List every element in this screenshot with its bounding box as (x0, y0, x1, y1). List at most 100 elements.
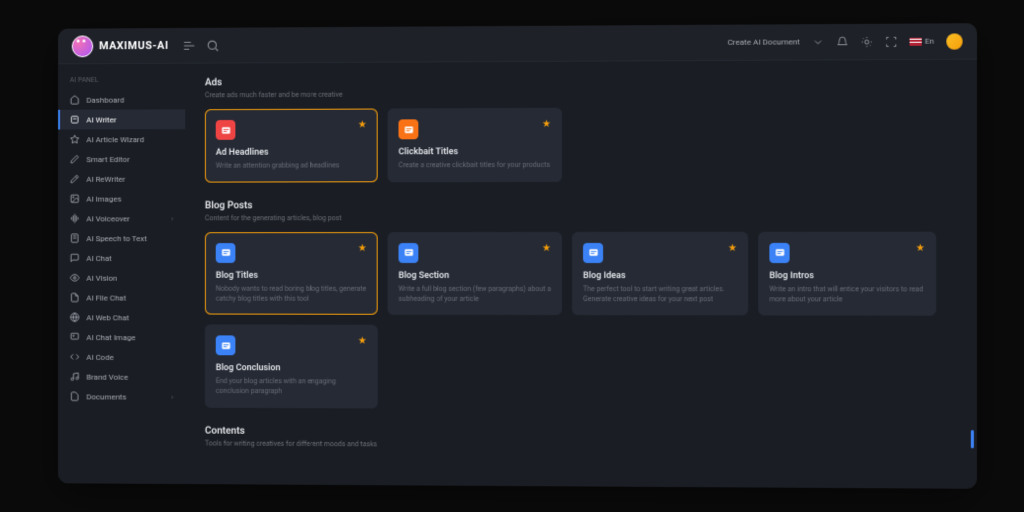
section-ads: Ads Create ads much faster and be more c… (205, 74, 957, 182)
sidebar-item-brand-voice[interactable]: Brand Voice (58, 367, 185, 387)
star-icon[interactable]: ★ (542, 243, 551, 254)
sidebar-item-ai-chat[interactable]: AI Chat (58, 248, 185, 268)
sidebar-item-ai-voiceover[interactable]: AI Voiceover › (58, 208, 185, 228)
sidebar-item-ai-vision[interactable]: AI Vision (58, 268, 185, 288)
sidebar-item-ai-web-chat[interactable]: AI Web Chat (58, 307, 185, 327)
card-icon (216, 336, 236, 356)
star-icon[interactable]: ★ (728, 243, 737, 254)
writer-icon (70, 115, 80, 125)
chat-icon (70, 253, 80, 263)
brand-name: MAXIMUS-AI (99, 39, 168, 52)
rewrite-icon (70, 174, 80, 184)
scrollbar-thumb[interactable] (971, 430, 974, 448)
flag-icon (910, 37, 922, 45)
card-blog-conclusion[interactable]: ★ Blog Conclusion End your blog articles… (205, 325, 378, 409)
voice-icon (70, 213, 80, 223)
home-icon (70, 95, 80, 105)
sidebar-item-label: AI Speech to Text (86, 234, 146, 243)
card-grid: ★ Ad Headlines Write an attention grabbi… (205, 106, 957, 182)
header-left: MAXIMUS-AI (72, 34, 220, 57)
sidebar-item-label: AI Vision (86, 273, 117, 282)
fullscreen-icon[interactable] (885, 35, 897, 47)
sidebar-item-ai-writer[interactable]: AI Writer (58, 109, 185, 129)
card-desc: Write a full blog section (few paragraph… (398, 285, 550, 305)
chevron-right-icon: › (171, 214, 173, 223)
sidebar-section-label: AI PANEL (58, 72, 185, 88)
card-blog-intros[interactable]: ★ Blog Intros Write an intro that will e… (758, 232, 936, 317)
star-icon[interactable]: ★ (358, 336, 367, 347)
card-icon (398, 243, 418, 263)
sidebar-item-ai-code[interactable]: AI Code (58, 347, 185, 367)
sidebar-item-ai-images[interactable]: AI Images (58, 189, 185, 209)
sun-icon[interactable] (861, 35, 873, 47)
card-clickbait-titles[interactable]: ★ Clickbait Titles Create a creative cli… (388, 108, 562, 182)
card-desc: End your blog articles with an engaging … (216, 377, 367, 397)
section-title: Contents (205, 426, 957, 440)
app-window: MAXIMUS-AI Create AI Document En AI PANE… (58, 23, 977, 489)
sidebar-item-ai-rewriter[interactable]: AI ReWriter (58, 169, 185, 189)
sidebar-item-ai-article-wizard[interactable]: AI Article Wizard (58, 129, 185, 149)
star-icon[interactable]: ★ (358, 120, 367, 131)
sidebar-item-label: AI Voiceover (86, 214, 130, 223)
chevron-right-icon: › (171, 392, 173, 401)
sidebar-item-ai-chat-image[interactable]: AI Chat Image (58, 327, 185, 347)
header: MAXIMUS-AI Create AI Document En (58, 23, 977, 64)
card-title: Blog Intros (769, 271, 924, 281)
card-blog-section[interactable]: ★ Blog Section Write a full blog section… (388, 232, 562, 316)
star-icon[interactable]: ★ (542, 119, 551, 130)
brand-icon (70, 372, 80, 382)
star-icon[interactable]: ★ (358, 243, 367, 254)
avatar[interactable] (946, 33, 962, 49)
card-desc: Write an intro that will entice your vis… (769, 285, 924, 305)
card-blog-titles[interactable]: ★ Blog Titles Nobody wants to read borin… (205, 232, 378, 315)
search-icon[interactable] (206, 38, 220, 52)
card-ad-headlines[interactable]: ★ Ad Headlines Write an attention grabbi… (205, 109, 378, 183)
header-right: Create AI Document En (728, 33, 963, 50)
card-grid (205, 457, 957, 461)
bell-icon[interactable] (836, 36, 848, 48)
section-desc: Content for the generating articles, blo… (205, 213, 957, 222)
chevron-down-icon[interactable] (812, 36, 824, 48)
sidebar-item-dashboard[interactable]: Dashboard (58, 89, 185, 109)
create-document-button[interactable]: Create AI Document (728, 37, 800, 46)
sidebar-item-label: AI File Chat (86, 293, 126, 302)
sidebar-item-label: Dashboard (86, 95, 124, 104)
card-title: Blog Conclusion (216, 364, 367, 374)
sidebar-item-label: AI Images (86, 194, 121, 203)
card-title: Blog Ideas (583, 271, 737, 281)
card-blog-ideas[interactable]: ★ Blog Ideas The perfect tool to start w… (572, 232, 748, 316)
menu-toggle-icon[interactable] (182, 38, 196, 52)
sidebar-item-label: AI Writer (86, 115, 116, 124)
chatimg-icon (70, 332, 80, 342)
section-contents: Contents Tools for writing creatives for… (205, 426, 957, 462)
sidebar-item-ai-speech-to-text[interactable]: AI Speech to Text (58, 228, 185, 248)
language-selector[interactable]: En (910, 37, 934, 46)
sidebar-item-label: AI ReWriter (86, 174, 125, 183)
vision-icon (70, 273, 80, 283)
card-title: Clickbait Titles (398, 147, 550, 157)
sidebar-item-label: AI Web Chat (86, 313, 129, 322)
card-desc: Nobody wants to read boring blog titles,… (216, 285, 367, 305)
sidebar-item-label: AI Chat (86, 254, 111, 263)
section-desc: Tools for writing creatives for differen… (205, 439, 957, 451)
wizard-icon (70, 134, 80, 144)
body: AI PANEL Dashboard AI Writer AI Article Wi… (58, 60, 977, 489)
sidebar-item-documents[interactable]: Documents › (58, 386, 185, 406)
logo-icon (72, 35, 93, 57)
card-icon (216, 243, 236, 263)
sidebar-item-label: Documents (86, 392, 126, 401)
file-icon (70, 293, 80, 303)
sidebar-item-label: Brand Voice (86, 372, 128, 381)
card-icon (216, 120, 236, 140)
card-title: Blog Titles (216, 271, 367, 281)
card-desc: Create a creative clickbait titles for y… (398, 161, 550, 171)
logo[interactable]: MAXIMUS-AI (72, 35, 169, 57)
main-content: Ads Create ads much faster and be more c… (185, 60, 977, 489)
card-desc: The perfect tool to start writing great … (583, 285, 737, 305)
sidebar-item-smart-editor[interactable]: Smart Editor (58, 149, 185, 169)
star-icon[interactable]: ★ (916, 243, 925, 254)
doc-icon (70, 391, 80, 401)
card-icon (769, 243, 789, 263)
sidebar-item-label: AI Code (86, 352, 113, 361)
sidebar-item-ai-file-chat[interactable]: AI File Chat (58, 288, 185, 308)
